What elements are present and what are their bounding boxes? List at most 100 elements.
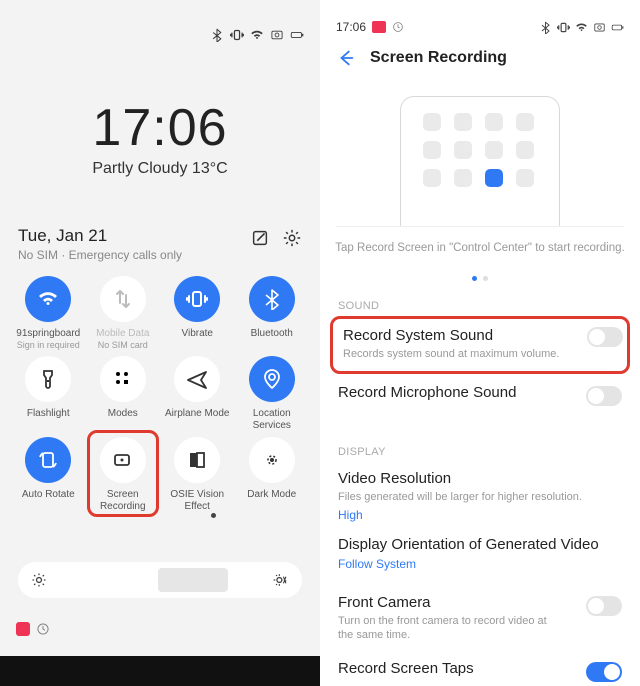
phone-illustration	[400, 96, 560, 226]
camera-box-icon	[593, 21, 606, 34]
setting-title: Record System Sound	[343, 327, 617, 344]
tile-vibrate[interactable]: Vibrate	[163, 276, 232, 350]
setting-title: Front Camera	[338, 594, 622, 611]
clock-time: 17:06	[0, 98, 320, 158]
tile-label: Flashlight	[27, 408, 70, 430]
osie-icon	[186, 449, 208, 471]
tile-label: Airplane Mode	[165, 408, 229, 430]
setting-record-microphone-sound[interactable]: Record Microphone Sound	[338, 384, 622, 401]
page-title: Screen Recording	[370, 49, 507, 67]
tile-label: Vibrate	[181, 328, 213, 350]
bluetooth-icon	[210, 28, 224, 42]
wifi-button[interactable]	[25, 276, 71, 322]
tile-label: Auto Rotate	[22, 489, 75, 511]
screen-rec-button[interactable]	[100, 437, 146, 483]
bottom-status-icons	[16, 622, 50, 636]
date-text: Tue, Jan 21	[18, 226, 182, 246]
page-dot-active	[472, 276, 477, 281]
brightness-auto-icon[interactable]	[272, 571, 290, 589]
date-row: Tue, Jan 21 No SIM · Emergency calls onl…	[18, 226, 302, 262]
edit-icon[interactable]	[250, 228, 270, 248]
tile-label: 91springboardSign in required	[16, 328, 80, 350]
tile-label: Bluetooth	[251, 328, 293, 350]
setting-value: High	[338, 508, 622, 522]
tile-mobile-data[interactable]: Mobile DataNo SIM card	[89, 276, 158, 350]
setting-record-screen-taps[interactable]: Record Screen Taps	[338, 660, 622, 677]
setting-record-system-sound[interactable]: Record System Sound Records system sound…	[330, 316, 630, 374]
battery-icon	[290, 28, 304, 42]
modes-button[interactable]	[100, 356, 146, 402]
toggle-record-mic[interactable]	[586, 386, 622, 406]
vibrate-icon	[230, 28, 244, 42]
tile-label: Mobile DataNo SIM card	[96, 328, 149, 350]
battery-icon	[611, 21, 624, 34]
flashlight-button[interactable]	[25, 356, 71, 402]
wifi-icon	[37, 288, 59, 310]
setting-subtitle: Records system sound at maximum volume.	[343, 347, 617, 361]
airplane-icon	[186, 368, 208, 390]
dark-mode-icon	[261, 449, 283, 471]
tile-screen-rec[interactable]: Screen Recording	[87, 430, 160, 517]
vibrate-button[interactable]	[174, 276, 220, 322]
toggle-screen-taps[interactable]	[586, 662, 622, 682]
tile-label: Dark Mode	[247, 489, 296, 511]
recording-indicator-icon	[372, 21, 386, 33]
toggle-record-system-sound[interactable]	[587, 327, 623, 347]
divider	[336, 226, 624, 227]
wifi-icon	[575, 21, 588, 34]
record-tile-highlight	[485, 169, 503, 187]
setting-front-camera[interactable]: Front Camera Turn on the front camera to…	[338, 594, 622, 643]
setting-title: Display Orientation of Generated Video	[338, 536, 622, 553]
setting-display-orientation[interactable]: Display Orientation of Generated Video F…	[338, 536, 622, 571]
mobile-data-icon	[112, 288, 134, 310]
modes-icon	[112, 368, 134, 390]
toggle-front-camera[interactable]	[586, 596, 622, 616]
tile-flashlight[interactable]: Flashlight	[14, 356, 83, 431]
page-indicator-dot	[211, 513, 216, 518]
tile-bluetooth[interactable]: Bluetooth	[238, 276, 307, 350]
dark-mode-button[interactable]	[249, 437, 295, 483]
page-indicator	[320, 276, 640, 281]
tile-wifi[interactable]: 91springboardSign in required	[14, 276, 83, 350]
setting-value: Follow System	[338, 557, 622, 571]
back-icon[interactable]	[336, 48, 356, 68]
vibrate-icon	[186, 288, 208, 310]
vibrate-icon	[557, 21, 570, 34]
location-icon	[261, 368, 283, 390]
status-time: 17:06	[336, 20, 366, 34]
location-button[interactable]	[249, 356, 295, 402]
setting-video-resolution[interactable]: Video Resolution Files generated will be…	[338, 470, 622, 522]
brightness-thumb[interactable]	[158, 568, 228, 592]
screen-recording-settings-pane: 17:06 Screen Recording Tap Record Screen…	[320, 0, 640, 686]
brightness-slider[interactable]	[18, 562, 302, 598]
wifi-icon	[250, 28, 264, 42]
screen-rec-icon	[112, 449, 134, 471]
tile-modes[interactable]: Modes	[89, 356, 158, 431]
tile-dark-mode[interactable]: Dark Mode	[238, 437, 307, 515]
camera-box-icon	[270, 28, 284, 42]
tile-airplane[interactable]: Airplane Mode	[163, 356, 232, 431]
auto-rotate-button[interactable]	[25, 437, 71, 483]
bluetooth-button[interactable]	[249, 276, 295, 322]
tile-label: Modes	[108, 408, 138, 430]
osie-button[interactable]	[174, 437, 220, 483]
page-header: Screen Recording	[320, 48, 640, 68]
clock-icon	[36, 622, 50, 636]
brightness-track[interactable]	[48, 562, 272, 598]
clock-icon	[392, 21, 404, 33]
tile-label: Location Services	[238, 408, 307, 431]
navigation-bar	[0, 656, 320, 686]
section-sound: SOUND	[338, 300, 379, 312]
tile-label: Screen Recording	[92, 489, 155, 512]
hint-text: Tap Record Screen in "Control Center" to…	[320, 242, 640, 254]
tile-osie[interactable]: OSIE Vision Effect	[163, 437, 232, 515]
quick-settings-grid: 91springboardSign in required Mobile Data…	[14, 276, 306, 515]
tile-location[interactable]: Location Services	[238, 356, 307, 431]
airplane-button[interactable]	[174, 356, 220, 402]
tile-auto-rotate[interactable]: Auto Rotate	[14, 437, 83, 515]
gear-icon[interactable]	[282, 228, 302, 248]
status-bar	[210, 28, 304, 42]
mobile-data-button[interactable]	[100, 276, 146, 322]
section-display: DISPLAY	[338, 446, 386, 458]
auto-rotate-icon	[37, 449, 59, 471]
